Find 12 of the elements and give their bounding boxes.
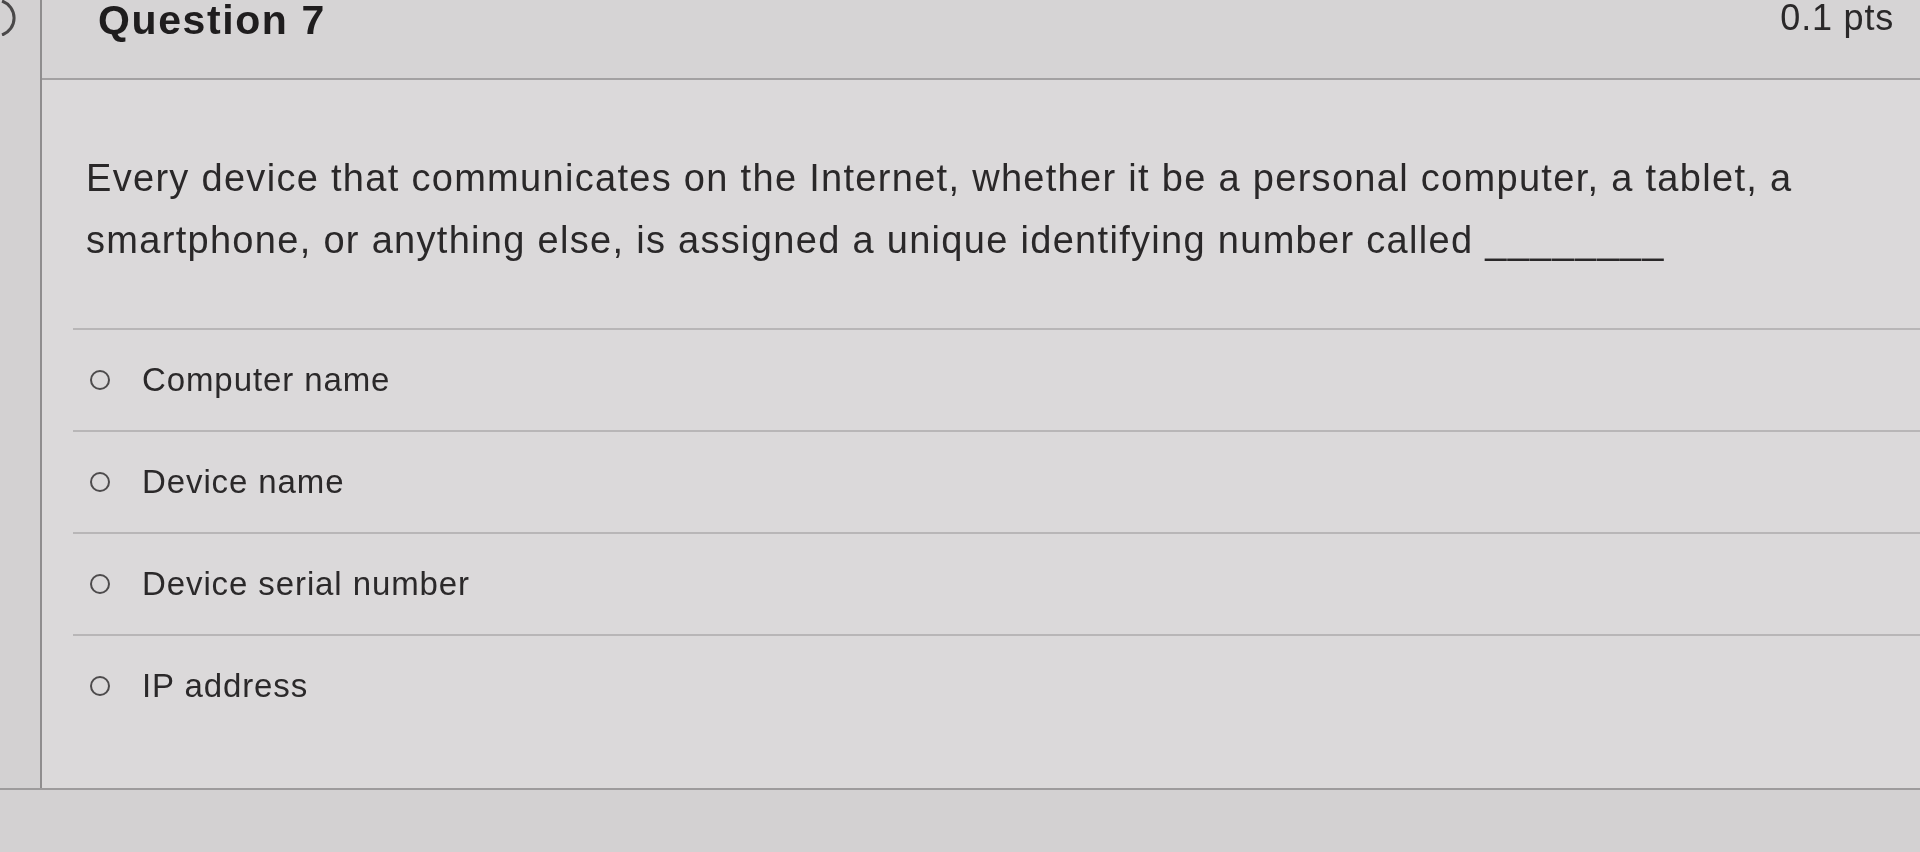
arc-icon[interactable] — [0, 0, 16, 36]
radio-button[interactable] — [90, 574, 110, 594]
radio-button[interactable] — [90, 370, 110, 390]
radio-button[interactable] — [90, 676, 110, 696]
radio-button[interactable] — [90, 472, 110, 492]
answer-label[interactable]: Computer name — [142, 359, 391, 401]
answer-label[interactable]: Device serial number — [142, 563, 470, 605]
question-text: Every device that communicates on the Internet, whether it be a personal computer, a tablet, a smartphone, or anything else, is assigned a unique identifying number called ________ — [86, 156, 1794, 263]
answer-label[interactable]: Device name — [142, 461, 345, 503]
question-title: Question 7 — [98, 0, 326, 41]
points-label: 0.1 pts — [1780, 0, 1894, 36]
answer-label[interactable]: IP address — [142, 665, 309, 707]
